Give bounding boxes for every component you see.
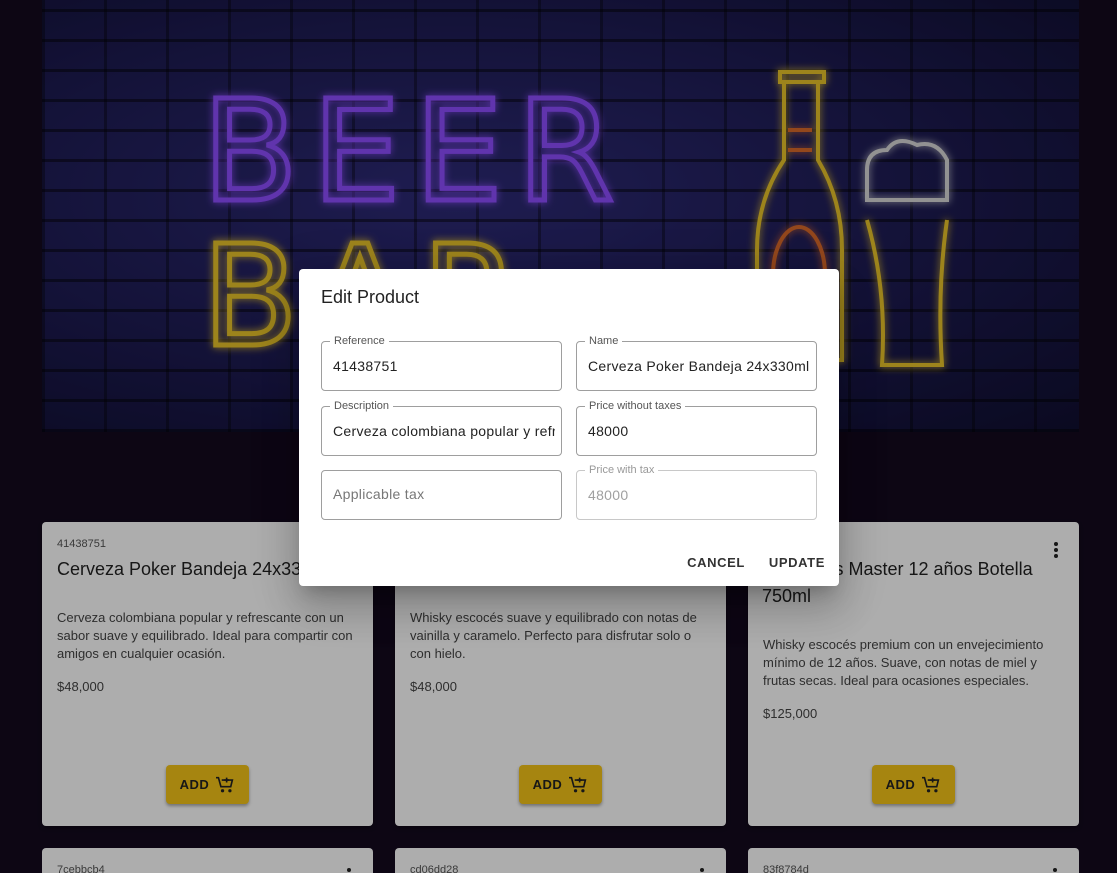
price-without-taxes-field: Price without taxes: [576, 399, 817, 456]
price-with-tax-label: Price with tax: [585, 463, 659, 477]
cancel-button[interactable]: CANCEL: [687, 555, 745, 570]
price-with-tax-input: [588, 484, 810, 506]
applicable-tax-field: [321, 470, 562, 520]
applicable-tax-input[interactable]: [333, 483, 555, 505]
dialog-title: Edit Product: [321, 287, 420, 307]
price-without-taxes-label: Price without taxes: [585, 399, 686, 413]
reference-field: Reference: [321, 334, 562, 391]
reference-label: Reference: [330, 334, 389, 348]
price-without-taxes-input[interactable]: [588, 420, 810, 442]
dialog-actions: CANCEL UPDATE: [687, 555, 825, 570]
description-input[interactable]: [333, 420, 555, 442]
name-input[interactable]: [588, 355, 810, 377]
name-field: Name: [576, 334, 817, 391]
edit-product-dialog: Edit Product Reference Name Description …: [299, 269, 839, 586]
name-label: Name: [585, 334, 623, 348]
description-label: Description: [330, 399, 394, 413]
price-with-tax-field: Price with tax: [576, 463, 817, 520]
update-button[interactable]: UPDATE: [769, 555, 825, 570]
reference-input[interactable]: [333, 355, 555, 377]
description-field: Description: [321, 399, 562, 456]
